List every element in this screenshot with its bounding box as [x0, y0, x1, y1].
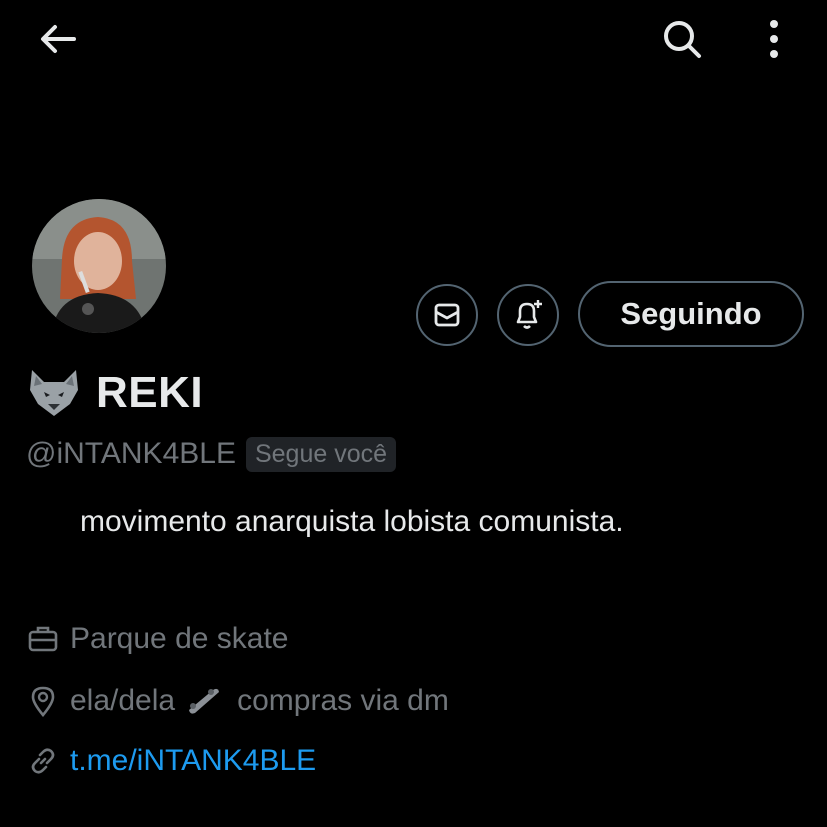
location-row: ela/dela compras via dm	[26, 684, 449, 718]
category-text: Parque de skate	[70, 622, 289, 655]
envelope-icon	[434, 303, 460, 327]
more-vertical-icon	[770, 20, 778, 58]
briefcase-icon	[26, 622, 60, 656]
website-row: t.me/iNTANK4BLE	[26, 744, 316, 778]
website-link[interactable]: t.me/iNTANK4BLE	[70, 744, 316, 778]
location-text-2: compras via dm	[237, 684, 449, 717]
message-button[interactable]	[416, 284, 478, 346]
notify-button[interactable]	[497, 284, 559, 346]
following-button[interactable]: Seguindo	[578, 281, 804, 347]
back-button[interactable]	[30, 14, 86, 64]
follows-you-badge: Segue você	[245, 436, 397, 472]
profile-avatar[interactable]	[29, 196, 169, 336]
avatar-image	[32, 199, 166, 333]
more-options-button[interactable]	[752, 14, 796, 64]
bell-plus-icon	[516, 300, 542, 329]
username-handle: @iNTANK4BLE	[26, 437, 236, 470]
location-pin-icon	[26, 684, 60, 718]
handle-row: @iNTANK4BLE Segue você	[26, 432, 397, 476]
search-button[interactable]	[652, 12, 712, 66]
arrow-left-icon	[41, 25, 76, 53]
link-icon	[26, 744, 60, 778]
skateboard-icon	[185, 686, 221, 716]
display-name-row: REKI	[26, 364, 203, 422]
display-name: REKI	[96, 368, 204, 417]
search-icon	[664, 21, 701, 58]
bio-text: movimento anarquista lobista comunista.	[80, 505, 624, 538]
wolf-icon	[30, 370, 78, 416]
location-text-1: ela/dela	[70, 684, 176, 717]
category-row: Parque de skate	[26, 622, 288, 656]
